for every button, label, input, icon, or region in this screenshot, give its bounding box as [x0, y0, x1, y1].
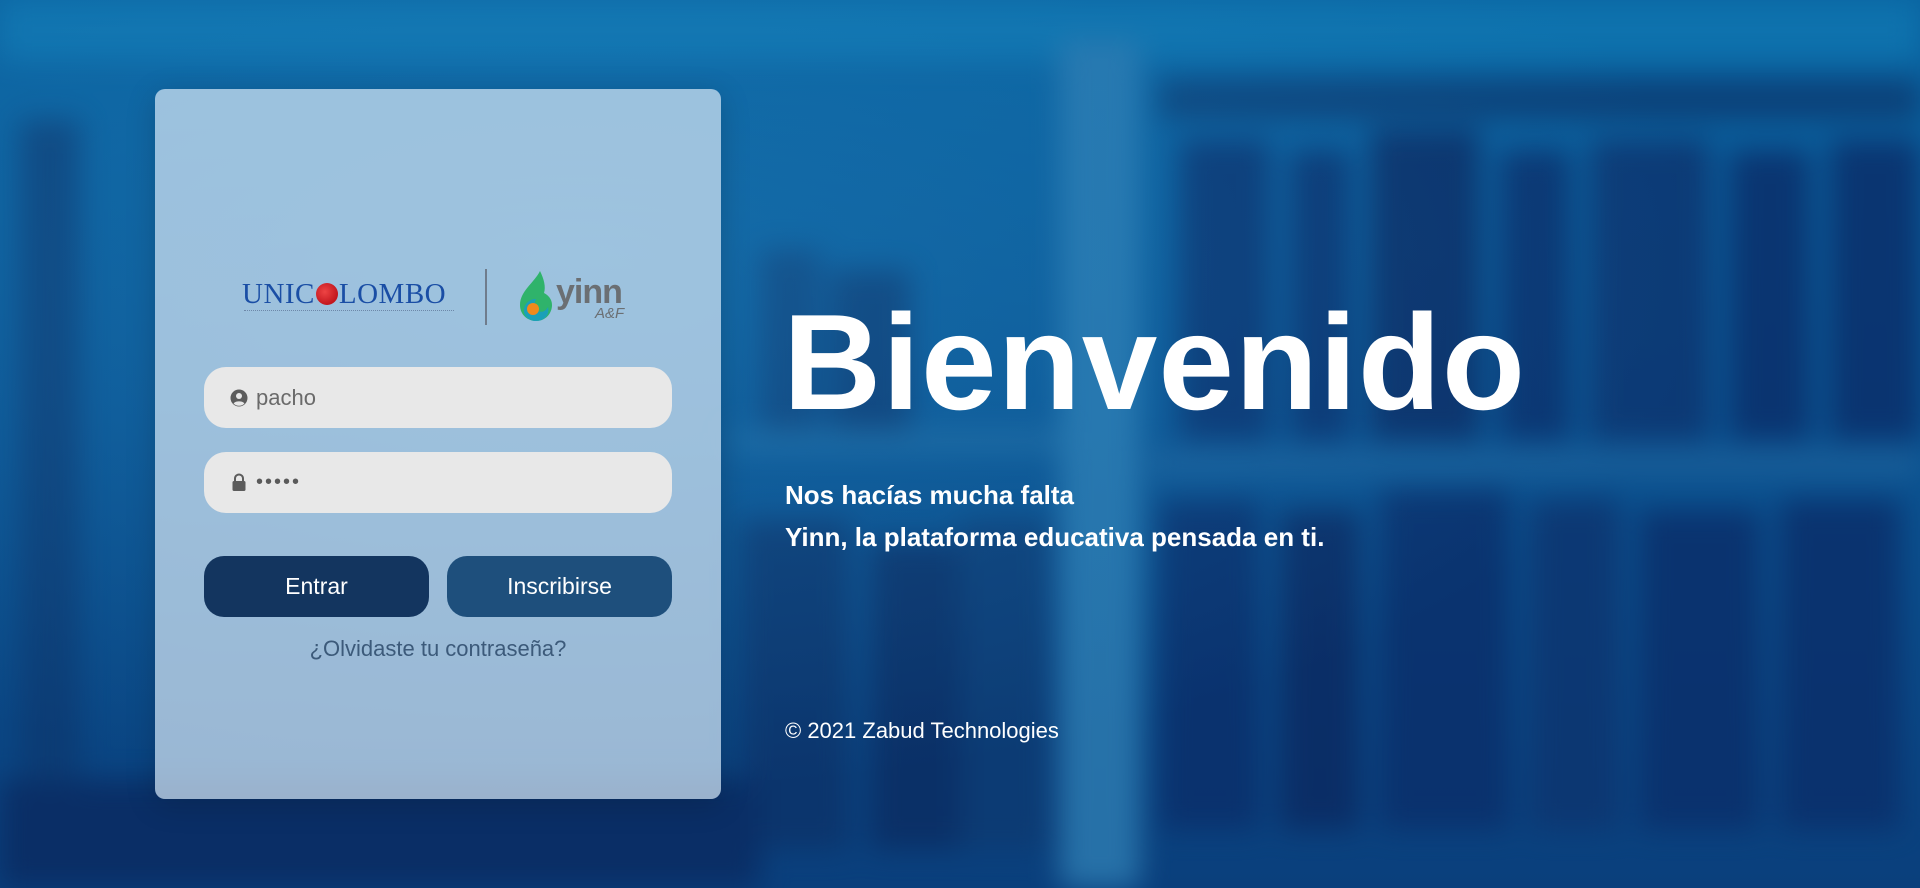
forgot-password-link[interactable]: ¿Olvidaste tu contraseña?: [155, 636, 721, 662]
unicolombo-subtitle-line: [244, 310, 454, 313]
username-value: pacho: [256, 384, 316, 410]
copyright-text: © 2021 Zabud Technologies: [785, 718, 1059, 743]
unicolombo-logo: UNIC LOMBO: [242, 274, 455, 320]
lock-icon: [230, 473, 248, 492]
welcome-subtitle: Nos hacías mucha falta Yinn, la platafor…: [785, 474, 1324, 558]
yinn-tagline: A&F: [595, 305, 625, 322]
welcome-headline: Bienvenido: [783, 286, 1526, 438]
user-circle-icon: [230, 389, 248, 407]
welcome-line-1: Nos hacías mucha falta: [785, 480, 1074, 510]
username-field[interactable]: pacho: [204, 367, 672, 428]
enter-button[interactable]: Entrar: [204, 556, 429, 617]
yinn-drop-icon: [520, 271, 552, 321]
welcome-line-2: Yinn, la plataforma educativa pensada en…: [785, 522, 1325, 552]
password-field[interactable]: •••••: [204, 452, 672, 513]
logos-row: UNIC LOMBO yinn A&F: [242, 265, 642, 329]
unicolombo-wordmark: UNIC LOMBO: [242, 278, 447, 310]
globe-icon: [315, 283, 338, 305]
signup-button[interactable]: Inscribirse: [447, 556, 672, 617]
logo-divider: [485, 269, 487, 325]
login-card: UNIC LOMBO yinn A&F pacho ••••• Entrar I…: [155, 89, 721, 799]
password-value: •••••: [256, 471, 302, 493]
yinn-logo: yinn A&F: [512, 267, 632, 327]
